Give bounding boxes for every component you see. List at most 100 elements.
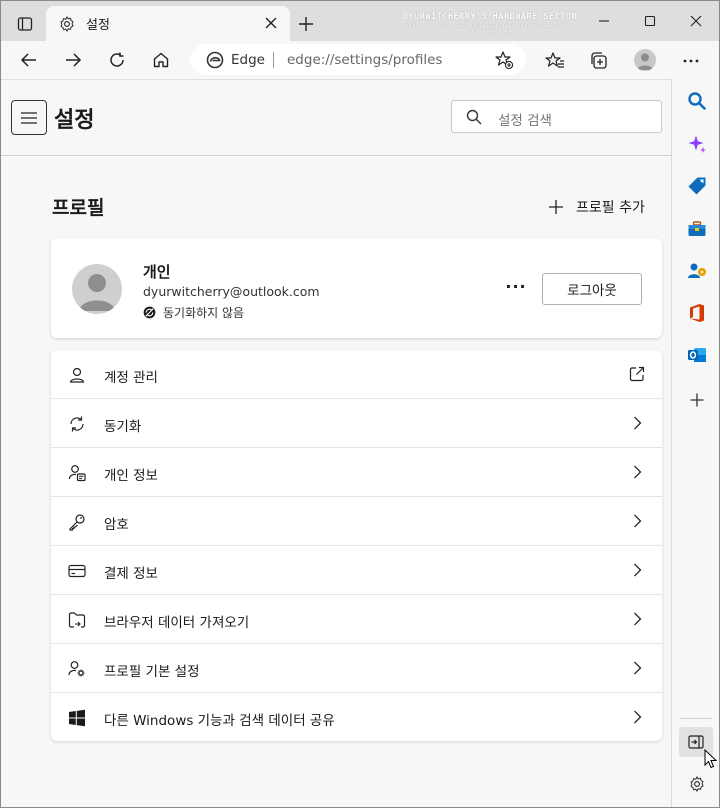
office-icon (690, 304, 704, 322)
profile-settings-list: 계정 관리 동기화 개인 정보 암호 결제 정보 브라우저 데이터 가져오기 프… (51, 350, 662, 741)
sidebar-games-button[interactable] (686, 260, 708, 282)
import-icon (68, 612, 86, 628)
profile-more-button[interactable]: ··· (504, 274, 528, 298)
list-item-payment-info[interactable]: 결제 정보 (51, 546, 662, 595)
profile-email: dyurwitcherry@outlook.com (143, 284, 320, 299)
settings-more-button[interactable] (680, 50, 702, 72)
personal-info-icon (68, 465, 86, 482)
plus-icon (690, 393, 704, 407)
list-item-sync[interactable]: 동기화 (51, 399, 662, 448)
list-item-label: 암호 (104, 517, 129, 533)
add-favorite-icon[interactable] (494, 50, 514, 70)
sync-icon (70, 416, 84, 432)
sidebar-outlook-button[interactable] (686, 344, 708, 366)
profile-card: 개인 dyurwitcherry@outlook.com 동기화하지 않음 ··… (51, 238, 662, 338)
list-item-label: 프로필 기본 설정 (104, 664, 200, 680)
key-icon (69, 514, 85, 531)
url-text[interactable]: edge://settings/profiles (287, 52, 442, 68)
favorites-button[interactable] (544, 50, 566, 72)
close-window-button[interactable] (673, 0, 719, 41)
search-icon (688, 92, 706, 110)
watermark: DYURWITCHERRY'S HARDWARE SECTOR BLOG COP… (400, 12, 580, 34)
home-icon (153, 52, 169, 68)
tab-actions-button[interactable] (10, 10, 40, 38)
mouse-cursor-icon (704, 749, 718, 769)
list-item-share-windows-data[interactable]: 다른 Windows 기능과 검색 데이터 공유 (51, 693, 662, 742)
chevron-right-icon (634, 514, 642, 528)
address-separator (273, 52, 274, 68)
account-icon (69, 367, 85, 383)
add-profile-button[interactable]: 프로필 추가 (548, 197, 645, 217)
settings-search-input[interactable]: 설정 검색 (451, 100, 662, 133)
sidebar-copilot-button[interactable] (686, 133, 708, 155)
logout-button[interactable]: 로그아웃 (542, 273, 642, 305)
tab-title: 설정 (86, 18, 110, 33)
plus-icon (299, 17, 313, 31)
browser-toolbar: Edge edge://settings/profiles (0, 41, 720, 79)
list-item-personal-info[interactable]: 개인 정보 (51, 448, 662, 497)
sidebar-search-button[interactable] (686, 90, 708, 112)
maximize-button[interactable] (627, 0, 673, 41)
settings-menu-button[interactable] (11, 100, 47, 135)
plus-icon (549, 200, 563, 214)
collections-icon (591, 52, 607, 69)
section-title: 프로필 (52, 197, 105, 219)
list-item-manage-account[interactable]: 계정 관리 (51, 350, 662, 399)
sidebar-office-button[interactable] (686, 302, 708, 324)
settings-header: 설정 설정 검색 (0, 79, 671, 156)
list-item-label: 결제 정보 (104, 566, 158, 582)
site-name: Edge (231, 52, 265, 68)
add-profile-label: 프로필 추가 (576, 200, 645, 216)
toolbox-icon (688, 221, 706, 236)
refresh-icon (110, 52, 124, 67)
more-horizontal-icon (683, 59, 699, 63)
search-icon (466, 109, 482, 125)
list-item-label: 계정 관리 (104, 370, 158, 386)
chevron-right-icon (634, 612, 642, 626)
list-item-profile-preferences[interactable]: 프로필 기본 설정 (51, 644, 662, 693)
favorites-icon (545, 52, 564, 68)
home-button[interactable] (147, 47, 175, 73)
sparkle-icon (688, 135, 706, 153)
collections-button[interactable] (588, 50, 610, 72)
profile-name: 개인 (143, 263, 171, 281)
list-item-import-browser-data[interactable]: 브라우저 데이터 가져오기 (51, 595, 662, 644)
address-bar[interactable]: Edge edge://settings/profiles (190, 44, 526, 75)
chevron-right-icon (634, 563, 642, 577)
sidebar-shopping-button[interactable] (686, 175, 708, 197)
gear-icon (60, 15, 74, 32)
profile-prefs-icon (68, 661, 85, 677)
tab-settings[interactable]: 설정 (46, 6, 290, 41)
list-item-passwords[interactable]: 암호 (51, 497, 662, 546)
person-icon (79, 274, 115, 311)
watermark-subtitle: BLOG COPYRIGHT © 2023 DYURWITCHERRY'S HA… (407, 24, 573, 34)
close-tab-icon[interactable] (264, 16, 278, 30)
sidebar-divider (680, 718, 712, 719)
minimize-icon (599, 19, 609, 22)
edge-logo-icon (206, 51, 224, 69)
sync-status: 동기화하지 않음 (143, 304, 244, 321)
profile-button[interactable] (634, 49, 656, 71)
minimize-button[interactable] (581, 0, 627, 41)
refresh-button[interactable] (103, 47, 131, 73)
sidebar-settings-button[interactable] (686, 773, 708, 795)
list-item-label: 개인 정보 (104, 468, 158, 484)
title-bar: 설정 DYURWITCHERRY'S HARDWARE SECTOR BLOG … (0, 0, 720, 41)
watermark-title: DYURWITCHERRY'S HARDWARE SECTOR (402, 12, 578, 22)
maximize-icon (644, 15, 656, 26)
card-icon (68, 564, 86, 578)
edge-sidebar (671, 79, 720, 808)
forward-button[interactable] (59, 47, 87, 73)
shopping-tag-icon (688, 177, 706, 195)
sync-off-icon (143, 306, 156, 319)
page-title: 설정 (54, 108, 95, 133)
external-link-icon (629, 366, 645, 382)
outlook-icon (688, 348, 706, 362)
hide-sidebar-icon (688, 735, 704, 749)
settings-main: 프로필 프로필 추가 개인 dyurwitcherry@outlook.com … (0, 157, 671, 808)
new-tab-button[interactable] (292, 12, 320, 36)
chevron-right-icon (634, 416, 642, 430)
sidebar-add-button[interactable] (686, 389, 708, 411)
sidebar-tools-button[interactable] (686, 218, 708, 240)
back-button[interactable] (15, 47, 43, 73)
